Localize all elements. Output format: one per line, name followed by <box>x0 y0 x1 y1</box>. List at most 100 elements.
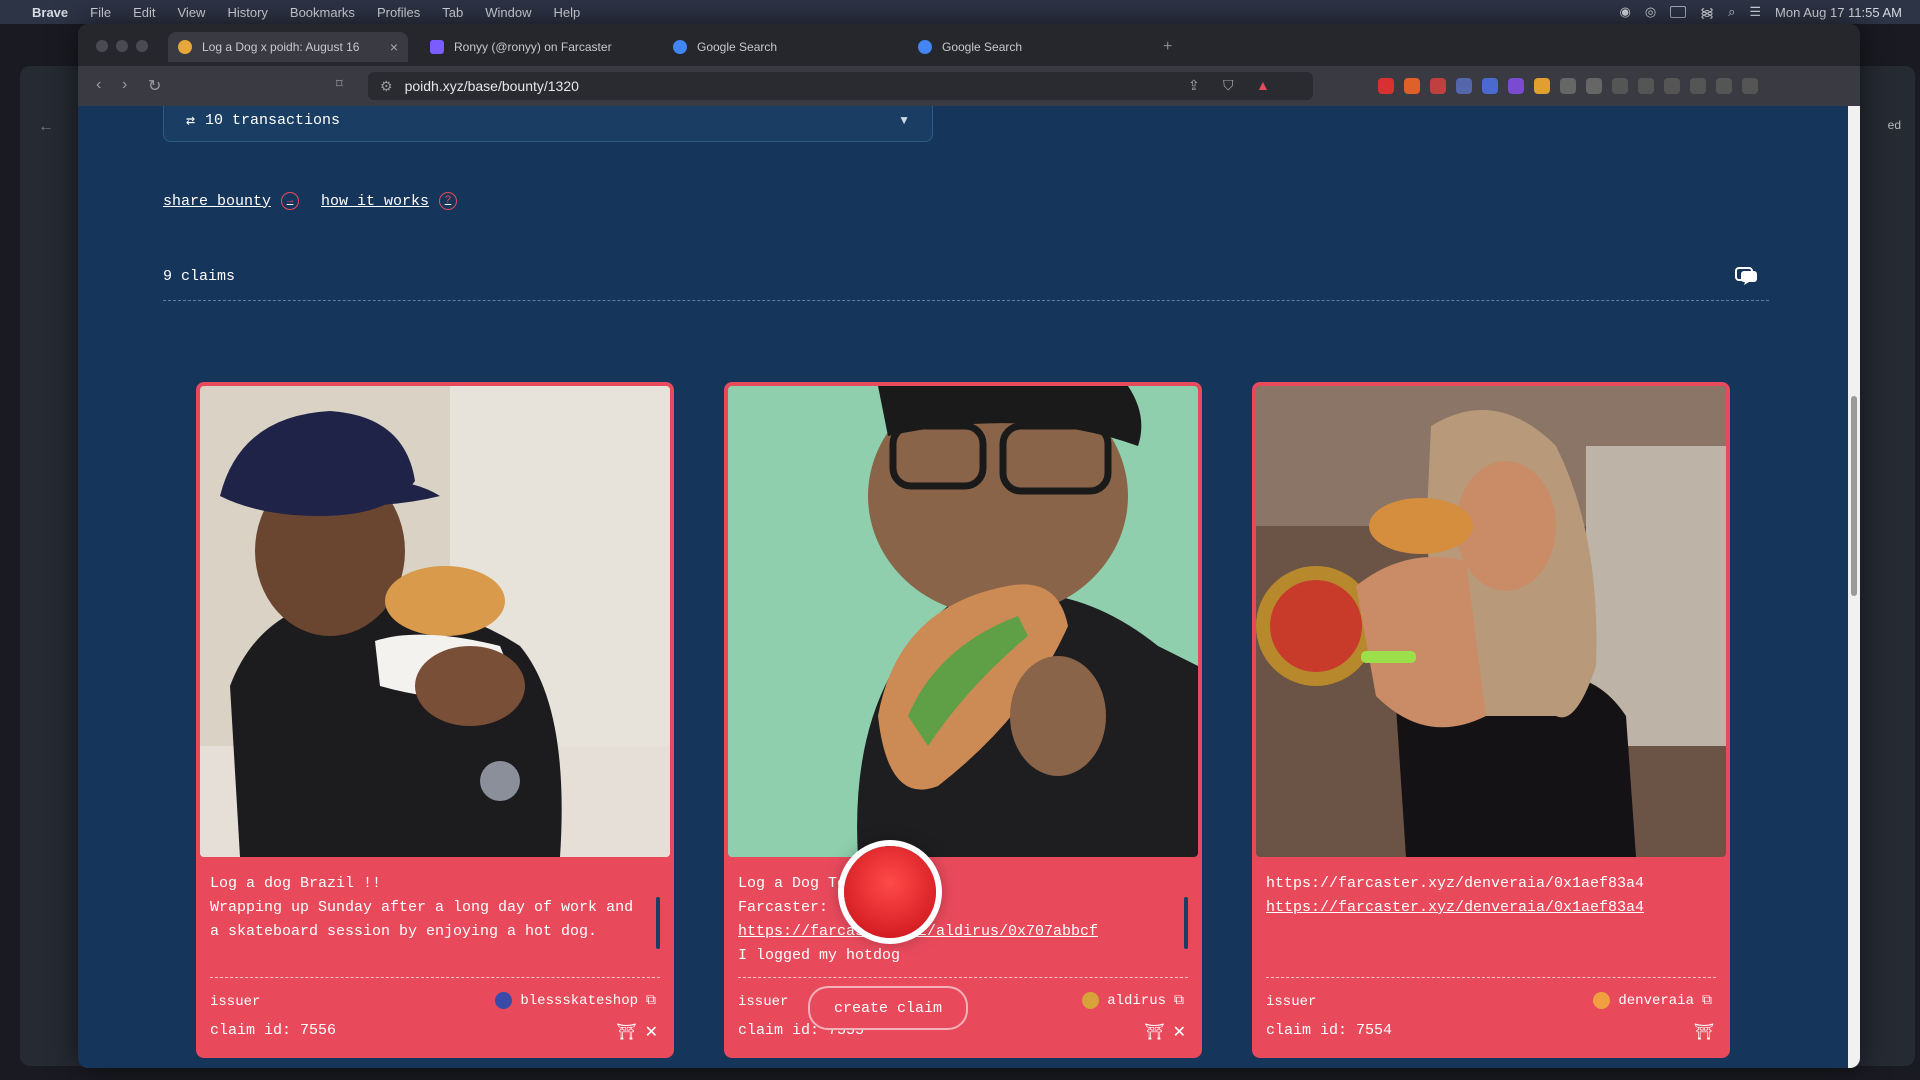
screen-icon[interactable]: ◎ <box>1645 4 1656 20</box>
zoom-window-button[interactable] <box>136 40 148 52</box>
site-settings-icon[interactable]: ⚙ <box>380 78 393 95</box>
create-claim-button[interactable]: create claim <box>808 986 968 1030</box>
tab-title: Google Search <box>942 40 1023 54</box>
chat-icon[interactable] <box>1735 266 1759 286</box>
clock[interactable]: Mon Aug 17 11:55 AM <box>1775 5 1902 20</box>
extension-icon[interactable] <box>1430 78 1446 94</box>
page-scrollbar[interactable] <box>1848 106 1860 1068</box>
copy-icon[interactable]: ⧉ <box>1174 993 1184 1009</box>
claimant-user[interactable]: aldirus ⧉ <box>1082 992 1184 1009</box>
media-icon[interactable] <box>1612 78 1628 94</box>
status-area: ◉ ◎ ᯼ ⌕ ☰ Mon Aug 17 11:55 AM <box>1619 0 1902 24</box>
how-it-works-link[interactable]: how it works ? <box>321 192 458 210</box>
vpn-icon[interactable] <box>1716 78 1732 94</box>
claim-photo[interactable] <box>728 386 1198 857</box>
control-center-icon[interactable]: ☰ <box>1749 4 1761 20</box>
menu-window[interactable]: Window <box>485 5 531 20</box>
x-icon[interactable]: ✕ <box>645 1022 658 1042</box>
menu-icon[interactable] <box>1742 78 1758 94</box>
extension-icon[interactable] <box>1586 78 1602 94</box>
issuer-label: issuer <box>210 994 261 1010</box>
question-icon: ? <box>439 192 458 210</box>
extension-icon[interactable] <box>1508 78 1524 94</box>
scrollbar-thumb[interactable] <box>1851 396 1857 596</box>
tab-farcaster[interactable]: Ronyy (@ronyy) on Farcaster <box>420 32 660 62</box>
new-tab-button[interactable]: + <box>1163 38 1172 56</box>
share-icons: ⛩ ✕ <box>1144 1022 1186 1042</box>
claim-description: https://farcaster.xyz/denveraia/0x1aef83… <box>1266 872 1706 920</box>
tab-title: Ronyy (@ronyy) on Farcaster <box>454 40 612 54</box>
claims-divider <box>163 300 1769 301</box>
tab-log-a-dog[interactable]: Log a Dog x poidh: August 16 × <box>168 32 408 62</box>
claim-card[interactable]: Log a dog Brazil !! Wrapping up Sunday a… <box>196 382 674 1058</box>
farcaster-icon[interactable]: ⛩ <box>616 1022 636 1042</box>
extension-icon[interactable] <box>1456 78 1472 94</box>
avatar <box>1593 992 1611 1009</box>
issuer-label: issuer <box>1266 994 1317 1010</box>
farcaster-link[interactable]: https://farcaster.xyz/denveraia/0x1aef83… <box>1266 899 1644 916</box>
share-bounty-link[interactable]: share bounty → <box>163 192 300 210</box>
username: blessskateshop <box>520 992 638 1009</box>
claim-id: claim id: 7556 <box>210 1022 337 1039</box>
wallet-icon[interactable] <box>1664 78 1680 94</box>
record-icon[interactable]: ◉ <box>1619 4 1630 20</box>
claim-card[interactable]: https://farcaster.xyz/denveraia/0x1aef83… <box>1252 382 1730 1058</box>
transactions-dropdown[interactable]: ⇄ 10 transactions ▼ <box>163 106 933 142</box>
spotlight-icon[interactable]: ⌕ <box>1728 4 1735 20</box>
menu-edit[interactable]: Edit <box>133 5 155 20</box>
record-button[interactable] <box>844 846 936 938</box>
extension-icon[interactable] <box>1378 78 1394 94</box>
forward-icon[interactable]: › <box>122 76 127 94</box>
menu-brave[interactable]: Brave <box>32 5 68 20</box>
farcaster-icon[interactable]: ⛩ <box>1694 1022 1714 1042</box>
bookmarks-star-icon[interactable] <box>1690 78 1706 94</box>
back-arrow-icon[interactable]: ← <box>38 118 54 136</box>
username: denveraia <box>1618 992 1694 1009</box>
copy-icon[interactable]: ⧉ <box>1702 993 1712 1009</box>
x-icon[interactable]: ✕ <box>1173 1022 1186 1042</box>
tab-google-search-2[interactable]: Google Search <box>908 32 1148 62</box>
text-scrollbar[interactable] <box>1184 897 1188 949</box>
menu-profiles[interactable]: Profiles <box>377 5 420 20</box>
wifi-icon[interactable]: ᯼ <box>1700 3 1714 21</box>
claim-photo[interactable] <box>200 386 670 857</box>
tab-google-search-1[interactable]: Google Search <box>663 32 903 62</box>
claimant-user[interactable]: blessskateshop ⧉ <box>495 992 656 1009</box>
brave-shields-icon[interactable]: ⛉ <box>1223 77 1234 94</box>
sidebar-toggle-icon[interactable] <box>1638 78 1654 94</box>
minimize-window-button[interactable] <box>116 40 128 52</box>
battery-icon[interactable] <box>1670 6 1687 18</box>
extension-icon[interactable] <box>1560 78 1576 94</box>
url-text[interactable]: poidh.xyz/base/bounty/1320 <box>405 78 579 94</box>
menu-view[interactable]: View <box>178 5 206 20</box>
browser-toolbar: ‹ › ↻ ⌑ ⚙ poidh.xyz/base/bounty/1320 ⇪ ⛉… <box>78 66 1860 106</box>
text-scrollbar[interactable] <box>656 897 660 949</box>
claim-description: Log a dog Brazil !! Wrapping up Sunday a… <box>210 875 634 940</box>
share-bounty-label: share bounty <box>163 192 272 210</box>
menu-history[interactable]: History <box>227 5 267 20</box>
extension-icon[interactable] <box>1534 78 1550 94</box>
claim-card[interactable]: Log a Dog Today ✏️ Farcaster: https://fa… <box>724 382 1202 1058</box>
extension-icon[interactable] <box>1482 78 1498 94</box>
menu-help[interactable]: Help <box>554 5 581 20</box>
menu-bookmarks[interactable]: Bookmarks <box>290 5 355 20</box>
close-tab-icon[interactable]: × <box>390 39 398 55</box>
bookmark-icon[interactable]: ⌑ <box>336 76 343 92</box>
copy-icon[interactable]: ⧉ <box>646 993 656 1009</box>
back-icon[interactable]: ‹ <box>96 76 101 94</box>
address-bar[interactable]: ⚙ poidh.xyz/base/bounty/1320 <box>368 72 1313 100</box>
menu-tab[interactable]: Tab <box>442 5 463 20</box>
reload-icon[interactable]: ↻ <box>148 76 161 96</box>
share-icons: ⛩ <box>1694 1022 1714 1042</box>
claim-photo[interactable] <box>1256 386 1726 857</box>
card-divider <box>1266 977 1716 978</box>
claimant-user[interactable]: denveraia ⧉ <box>1593 992 1712 1009</box>
share-icon[interactable]: ⇪ <box>1188 77 1200 94</box>
close-window-button[interactable] <box>96 40 108 52</box>
menu-file[interactable]: File <box>90 5 111 20</box>
share-icons: ⛩ ✕ <box>616 1022 658 1042</box>
brave-rewards-icon[interactable]: ▲ <box>1256 77 1270 93</box>
farcaster-link[interactable]: https://farcaster.xyz/denveraia/0x1aef83… <box>1266 875 1644 892</box>
farcaster-icon[interactable]: ⛩ <box>1144 1022 1164 1042</box>
extension-icon[interactable] <box>1404 78 1420 94</box>
